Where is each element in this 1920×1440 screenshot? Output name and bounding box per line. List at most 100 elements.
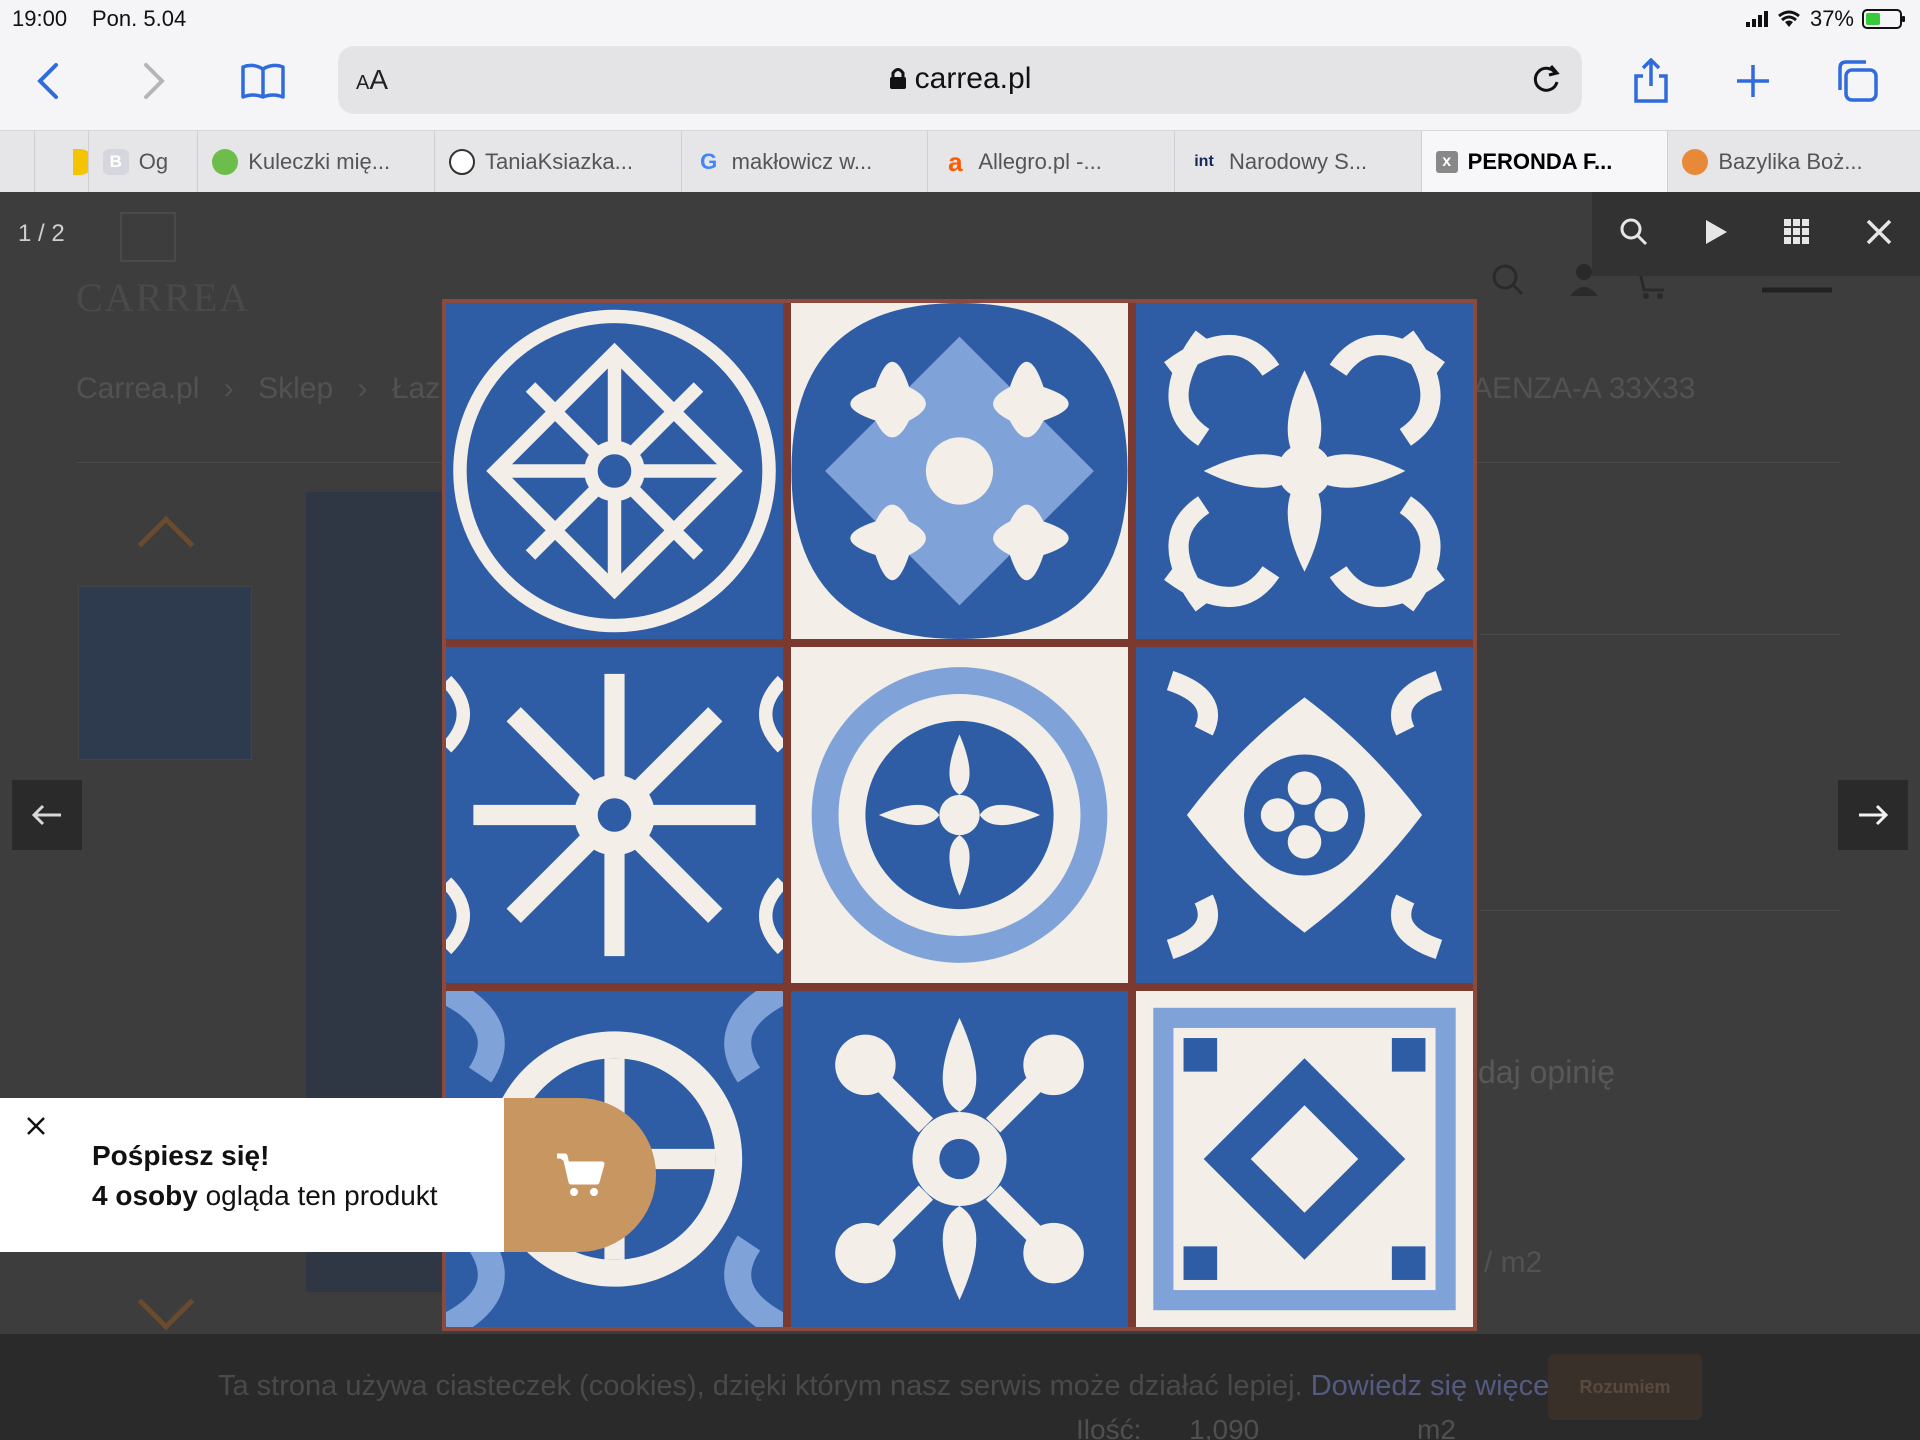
close-lightbox-button[interactable] (1865, 218, 1893, 251)
tile-pattern-fleur-quatrefoil (791, 303, 1128, 639)
tile-pattern-circle-cross (446, 303, 783, 639)
toast-close-button[interactable] (26, 1116, 46, 1141)
tab-label: TaniaKsiazka... (484, 149, 633, 174)
tab-bar: B Og Kuleczki mię... TaniaKsiazka... G m… (0, 130, 1920, 193)
tile-pattern-lattice (1136, 991, 1473, 1327)
close-icon (27, 1117, 45, 1135)
zoom-button[interactable] (1619, 217, 1649, 252)
tab-narodowy[interactable]: int Narodowy S... (1174, 131, 1421, 193)
grid-icon (1784, 218, 1809, 244)
url-display[interactable]: carrea.pl (338, 62, 1582, 98)
share-icon (1634, 58, 1668, 103)
toast-cart-button[interactable] (504, 1098, 656, 1252)
cellular-signal-icon (1745, 11, 1768, 27)
divider (1480, 634, 1840, 635)
tab-label: Kuleczki mię... (248, 149, 391, 174)
close-tab-icon[interactable]: x (1435, 151, 1458, 173)
breadcrumb: Carrea.pl › Sklep › Łaz (76, 372, 441, 405)
tab-label: makłowicz w... (731, 149, 873, 174)
cookie-accept-button[interactable]: Rozumiem (1548, 1354, 1702, 1420)
tile-pattern-quatrefoil-dots (1136, 647, 1473, 983)
tab-label: Bazylika Boż... (1718, 149, 1863, 174)
breadcrumb-item[interactable]: Carrea.pl (76, 372, 199, 405)
breadcrumb-item[interactable]: Łaz (392, 372, 440, 405)
urgency-toast: Pośpiesz się! 4 osoby ogląda ten produkt (0, 1098, 504, 1252)
breadcrumb-item[interactable]: Sklep (258, 372, 333, 405)
review-link[interactable]: daj opinię (1478, 1054, 1615, 1091)
tab-taniaksiazka[interactable]: TaniaKsiazka... (433, 131, 681, 193)
toast-text: ogląda ten produkt (197, 1180, 438, 1211)
tab-overview-button[interactable] (1832, 56, 1882, 106)
reload-button[interactable] (1528, 60, 1564, 101)
page-search-icon[interactable] (1490, 262, 1526, 303)
tile-pattern-four-petal (791, 991, 1128, 1327)
book-icon (241, 63, 285, 99)
tab-peronda-active[interactable]: x PERONDA F... (1420, 131, 1668, 193)
quantity-unit: m2 (1417, 1414, 1456, 1440)
viewer-count: 4 osoby (92, 1180, 198, 1211)
tab-allegro[interactable]: a Allegro.pl -... (927, 131, 1174, 193)
tab-favicon (1682, 149, 1709, 175)
battery-percent: 37% (1809, 6, 1854, 31)
reload-icon (1533, 65, 1560, 92)
lock-icon (889, 64, 907, 98)
carrea-logo[interactable]: CARREA (76, 212, 250, 320)
prev-image-button[interactable] (12, 780, 82, 850)
chevron-right-icon (144, 63, 165, 99)
tab-maklowicz[interactable]: G makłowicz w... (680, 131, 928, 193)
browser-toolbar: AA carrea.pl (0, 36, 1920, 130)
back-button[interactable] (24, 56, 74, 106)
tab-bazylika[interactable]: Bazylika Boż... (1667, 131, 1920, 193)
tile-pattern-medallion (791, 647, 1128, 983)
tab-label: Narodowy S... (1229, 149, 1368, 174)
thumbnails-button[interactable] (1783, 218, 1811, 251)
status-bar: 19:00 Pon. 5.04 37% (0, 0, 1920, 36)
cookie-message: Ta strona używa ciasteczek (cookies), dz… (218, 1370, 1303, 1402)
tab-kuleczki[interactable]: Kuleczki mię... (197, 131, 434, 193)
cart-icon (557, 1153, 605, 1196)
share-button[interactable] (1626, 56, 1676, 106)
status-right: 37% (1745, 6, 1905, 32)
toast-message: 4 osoby ogląda ten produkt (92, 1180, 438, 1212)
forward-button[interactable] (128, 56, 178, 106)
owl-icon (448, 149, 475, 175)
tab-favicon (212, 149, 239, 175)
price-unit: / m2 (1484, 1246, 1543, 1279)
quantity-row: Ilość: 1,090 m2 (1076, 1414, 1456, 1440)
tab-favicon: B (102, 149, 129, 175)
tab-partial[interactable] (0, 131, 34, 193)
status-date: Pon. 5.04 (92, 6, 187, 31)
int-icon: int (1194, 153, 1214, 170)
arrow-right-icon (1859, 804, 1889, 826)
tab-label: Og (138, 149, 169, 174)
battery-icon (1862, 9, 1905, 29)
new-tab-button[interactable] (1728, 56, 1778, 106)
breadcrumb-current: AENZA-A 33X33 (1472, 372, 1696, 405)
slideshow-button[interactable] (1703, 218, 1729, 251)
bookmarks-button[interactable] (238, 56, 288, 106)
play-icon (1706, 219, 1727, 244)
tile-pattern-snowflake (446, 647, 783, 983)
thumb-up-chevron-icon[interactable] (137, 515, 195, 573)
url-text: carrea.pl (914, 62, 1032, 95)
lightbox-controls (1592, 192, 1920, 276)
tab-pinned-yellow[interactable] (33, 131, 88, 193)
divider (1480, 910, 1840, 911)
chevron-left-icon (37, 63, 58, 99)
quantity-input[interactable]: 1,090 (1189, 1414, 1259, 1440)
address-bar[interactable]: AA carrea.pl (338, 46, 1582, 114)
quantity-label: Ilość: (1076, 1414, 1142, 1440)
toast-title: Pośpiesz się! (92, 1140, 270, 1171)
status-time: 19:00 (12, 6, 68, 31)
cookie-learn-more-link[interactable]: Dowiedz się więcej (1311, 1370, 1556, 1402)
tabs-icon (1838, 60, 1878, 102)
product-thumbnail[interactable] (78, 586, 252, 760)
tab-label: PERONDA F... (1467, 149, 1613, 174)
allegro-icon: a (948, 146, 963, 177)
next-image-button[interactable] (1838, 780, 1908, 850)
tab-og[interactable]: B Og (87, 131, 197, 193)
thumb-down-chevron-icon[interactable] (137, 1273, 195, 1331)
cookie-bar: Ta strona używa ciasteczek (cookies), dz… (0, 1334, 1920, 1440)
close-icon (1866, 219, 1892, 244)
cookie-text: Ta strona używa ciasteczek (cookies), dz… (218, 1370, 1556, 1403)
